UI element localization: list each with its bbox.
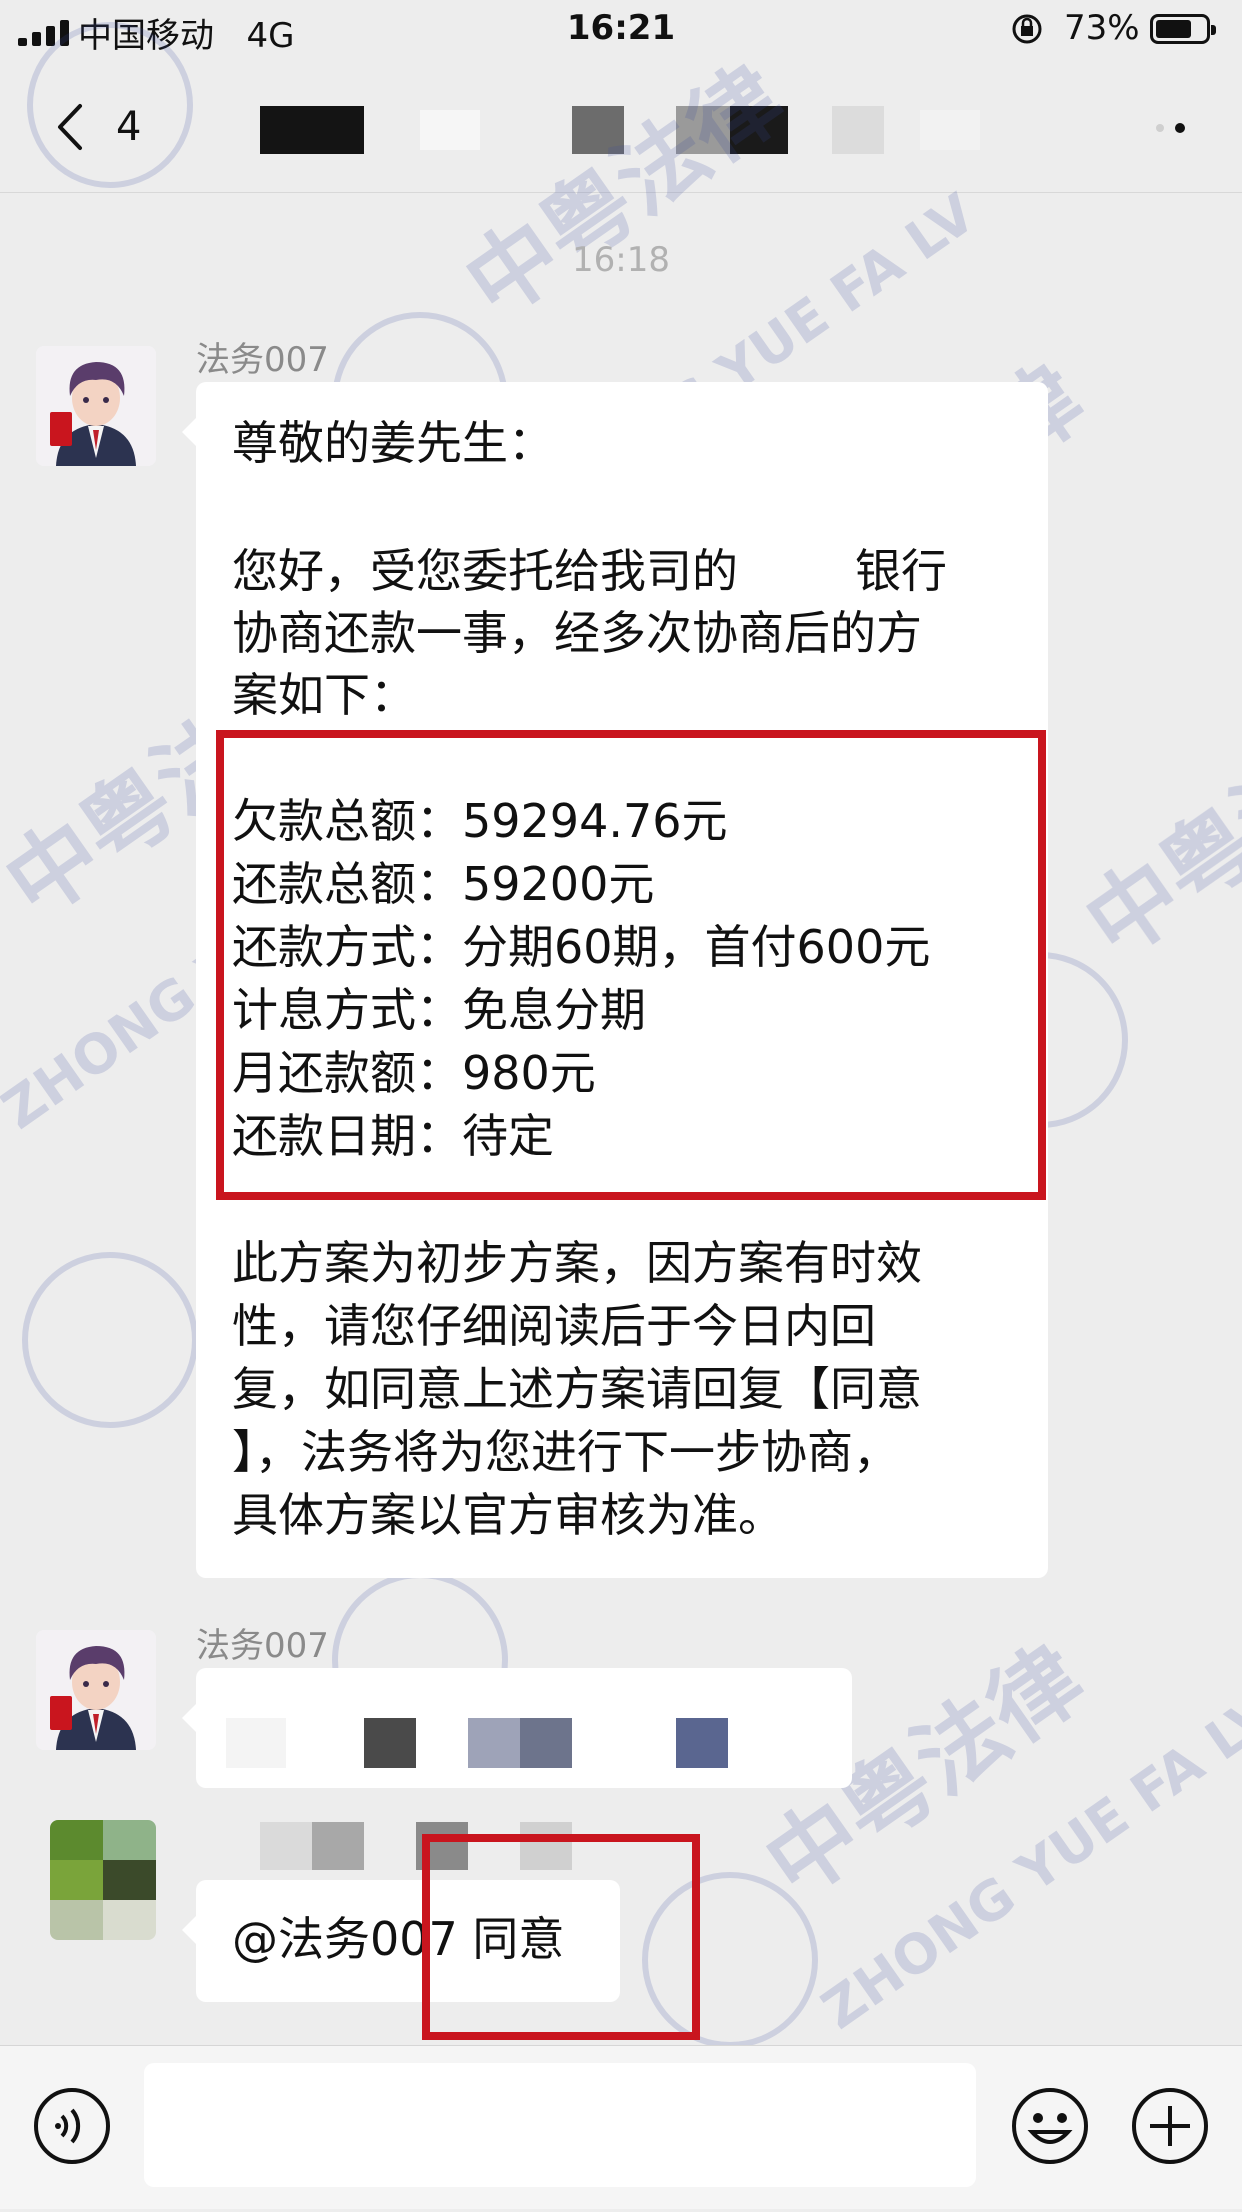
highlight-box-reply [422,1834,700,2040]
lawyer-avatar-icon [36,1630,156,1750]
message-bubble-redacted[interactable] [182,1668,852,1788]
highlight-box-plan [216,730,1046,1200]
sender-name: 法务007 [196,1626,329,1666]
message-line: 您好，受您委托给我司的 银行 [232,544,947,598]
emoji-icon[interactable] [1010,2086,1090,2166]
message-line: 案如下： [232,668,416,722]
voice-icon[interactable] [32,2086,112,2166]
message-line: 复，如同意上述方案请回复【同意 [232,1362,922,1416]
avatar[interactable] [36,1630,156,1750]
lock-rotation-icon [1012,14,1042,44]
status-bar: 中国移动 4G 16:21 73% [0,0,1242,62]
avatar[interactable] [36,346,156,466]
status-time: 16:21 [566,8,676,48]
lawyer-avatar-icon [36,346,156,466]
more-icon[interactable] [1150,118,1210,138]
battery-percent: 73% [1064,8,1140,48]
message-line: 具体方案以官方审核为准。 [232,1488,784,1542]
message-line: 】，法务将为您进行下一步协商， [232,1425,899,1479]
user-avatar-icon [50,1820,156,1940]
message-line: 尊敬的姜先生： [232,416,554,470]
back-unread-count[interactable]: 4 [116,104,141,150]
avatar[interactable] [50,1820,156,1940]
chat-timestamp: 16:18 [572,240,670,280]
plus-icon[interactable] [1130,2086,1210,2166]
chat-title-redacted [260,104,1000,156]
watermark-text-en: ZHONG YUE FA LV [810,1681,1242,2042]
watermark-text: 中粤法律 [1067,685,1242,979]
message-line: 协商还款一事，经多次协商后的方 [232,606,922,660]
back-chevron-icon[interactable] [50,102,90,152]
message-line: 此方案为初步方案，因方案有时效 [232,1236,922,1290]
sender-name: 法务007 [196,340,329,380]
message-line: 性，请您仔细阅读后于今日内回 [232,1299,876,1353]
battery-icon [1150,14,1216,44]
message-input[interactable] [144,2063,976,2187]
